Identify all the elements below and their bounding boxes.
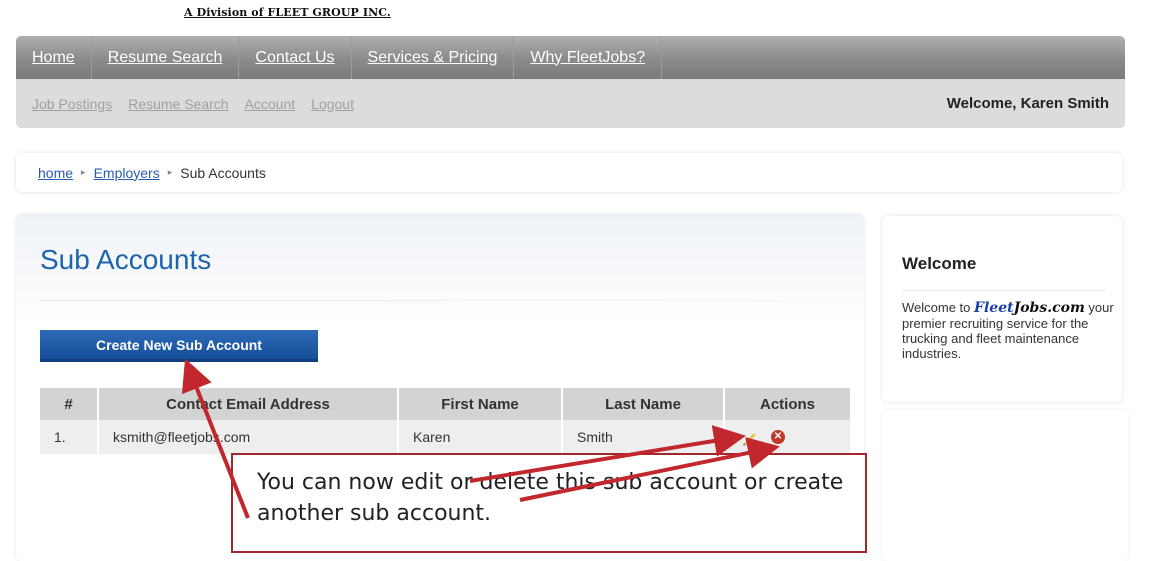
nav-services-pricing[interactable]: Services & Pricing bbox=[352, 36, 515, 79]
sidebar-panel-secondary bbox=[882, 410, 1128, 561]
edit-pencil-icon[interactable] bbox=[741, 428, 759, 446]
breadcrumb: home ▸ Employers ▸ Sub Accounts bbox=[16, 153, 1122, 192]
nav-why-fleetjobs[interactable]: Why FleetJobs? bbox=[514, 36, 663, 79]
row-first-name: Karen bbox=[398, 420, 563, 454]
sidebar-text-intro: Welcome to bbox=[902, 300, 971, 315]
nav-home[interactable]: Home bbox=[16, 36, 92, 79]
annotation-text: You can now edit or delete this sub acco… bbox=[257, 470, 844, 526]
header-email: Contact Email Address bbox=[98, 388, 399, 420]
row-last-name: Smith bbox=[562, 420, 725, 454]
main-nav: Home Resume Search Contact Us Services &… bbox=[16, 36, 1125, 79]
sidebar-title: Welcome bbox=[902, 254, 977, 273]
breadcrumb-separator-icon: ▸ bbox=[167, 167, 173, 177]
row-number: 1. bbox=[40, 420, 99, 454]
page-title: Sub Accounts bbox=[40, 244, 212, 275]
header-first-name: First Name bbox=[398, 388, 563, 420]
division-tagline[interactable]: A Division of FLEET GROUP INC. bbox=[184, 6, 391, 19]
annotation-callout-box: You can now edit or delete this sub acco… bbox=[231, 453, 867, 553]
row-actions: ✕ bbox=[724, 420, 850, 454]
breadcrumb-employers[interactable]: Employers bbox=[94, 165, 160, 181]
breadcrumb-current: Sub Accounts bbox=[180, 164, 266, 181]
create-sub-account-button[interactable]: Create New Sub Account bbox=[40, 330, 318, 362]
title-divider bbox=[40, 300, 840, 301]
subnav-logout[interactable]: Logout bbox=[311, 96, 354, 112]
row-email: ksmith@fleetjobs.com bbox=[98, 420, 399, 454]
header-last-name: Last Name bbox=[562, 388, 725, 420]
sidebar-text: Welcome to FleetJobs.com your premier re… bbox=[902, 300, 1114, 361]
table-row: 1. ksmith@fleetjobs.com Karen Smith ✕ bbox=[40, 420, 850, 454]
header-actions: Actions bbox=[724, 388, 850, 420]
subnav-job-postings[interactable]: Job Postings bbox=[32, 96, 112, 112]
delete-icon[interactable]: ✕ bbox=[770, 430, 785, 445]
welcome-user: Welcome, Karen Smith bbox=[946, 95, 1109, 112]
nav-resume-search[interactable]: Resume Search bbox=[92, 36, 240, 79]
brand-logo: FleetJobs.com bbox=[974, 300, 1085, 316]
sidebar-divider bbox=[902, 290, 1106, 291]
sub-accounts-table: # Contact Email Address First Name Last … bbox=[40, 388, 850, 454]
table-header-row: # Contact Email Address First Name Last … bbox=[40, 388, 850, 420]
header-number: # bbox=[40, 388, 99, 420]
breadcrumb-home[interactable]: home bbox=[38, 165, 73, 181]
subnav-resume-search[interactable]: Resume Search bbox=[128, 96, 228, 112]
nav-contact-us[interactable]: Contact Us bbox=[239, 36, 352, 79]
subnav-account[interactable]: Account bbox=[245, 96, 296, 112]
sub-nav: Job Postings Resume Search Account Logou… bbox=[16, 79, 1125, 128]
welcome-sidebar: Welcome Welcome to FleetJobs.com your pr… bbox=[882, 216, 1122, 402]
breadcrumb-separator-icon: ▸ bbox=[81, 167, 86, 177]
